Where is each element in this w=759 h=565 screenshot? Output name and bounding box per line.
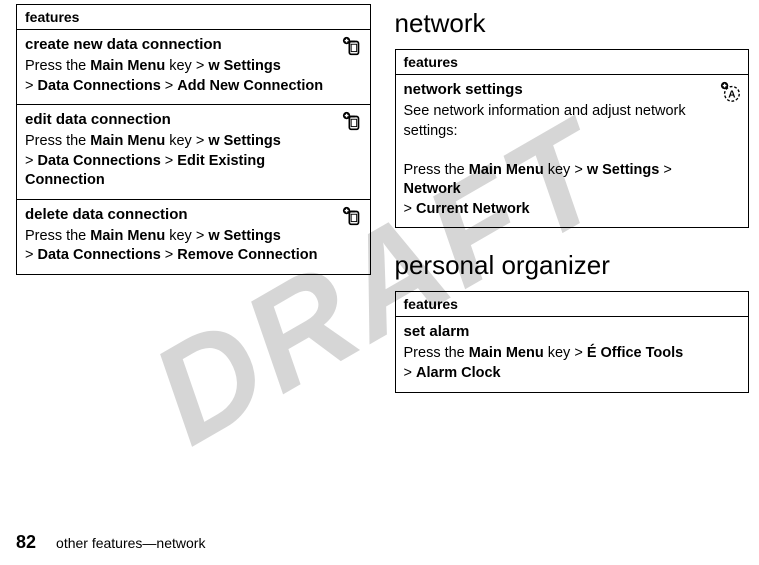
table-header: features — [396, 50, 749, 75]
feature-body: Press the Main Menu key > É Office Tools… — [404, 344, 741, 383]
settings-icon: w — [587, 162, 598, 178]
feature-title: edit data connection — [25, 111, 362, 128]
section-heading-organizer: personal organizer — [395, 250, 750, 281]
feature-body: Press the Main Menu key > w Settings > D… — [25, 57, 362, 96]
antenna-plus-icon: A — [720, 81, 742, 103]
feature-body: Press the Main Menu key > w Settings > D… — [25, 227, 362, 266]
settings-icon: w — [208, 58, 219, 74]
feature-body: See network information and adjust netwo… — [404, 102, 741, 219]
feature-title: create new data connection — [25, 36, 362, 53]
network-table: features A network settings See network … — [395, 49, 750, 228]
table-row: A network settings See network informati… — [396, 75, 749, 227]
settings-icon: w — [208, 133, 219, 149]
table-header: features — [17, 5, 370, 30]
page-footer: 82 other features—network — [16, 532, 205, 553]
section-heading-network: network — [395, 8, 750, 39]
sim-plus-icon — [342, 36, 364, 58]
feature-title: delete data connection — [25, 206, 362, 223]
feature-title: set alarm — [404, 323, 741, 340]
feature-title: network settings — [404, 81, 741, 98]
sim-plus-icon — [342, 206, 364, 228]
settings-icon: w — [208, 228, 219, 244]
feature-body: Press the Main Menu key > w Settings > D… — [25, 132, 362, 191]
sim-plus-icon — [342, 111, 364, 133]
svg-text:A: A — [728, 90, 736, 101]
table-row: delete data connection Press the Main Me… — [17, 200, 370, 274]
left-feature-table: features create new data connection Pres… — [16, 4, 371, 275]
table-row: create new data connection Press the Mai… — [17, 30, 370, 105]
table-row: set alarm Press the Main Menu key > É Of… — [396, 317, 749, 391]
organizer-table: features set alarm Press the Main Menu k… — [395, 291, 750, 392]
right-column: network features A network settings See … — [395, 4, 750, 393]
office-tools-icon: É — [587, 345, 597, 361]
left-column: features create new data connection Pres… — [16, 4, 371, 393]
page-number: 82 — [16, 532, 36, 553]
footer-text: other features—network — [56, 535, 205, 551]
table-row: edit data connection Press the Main Menu… — [17, 105, 370, 200]
table-header: features — [396, 292, 749, 317]
